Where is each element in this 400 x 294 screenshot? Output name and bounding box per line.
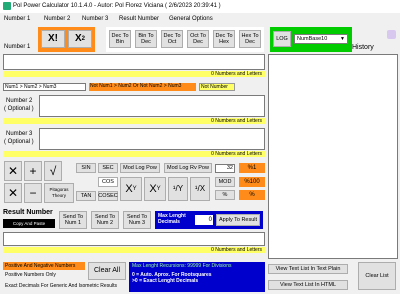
pythagoras-button[interactable]: Pitagoras Theory	[44, 183, 74, 203]
dec-to-oct-button[interactable]: Dec To Oct	[161, 30, 183, 48]
square-button[interactable]: X2	[68, 30, 92, 48]
exact-decimals-option[interactable]: Exact Decimals For Generic And Isometric…	[3, 282, 127, 290]
factorial-button[interactable]: X!	[41, 30, 65, 48]
mod-button[interactable]: MOD	[215, 177, 235, 187]
auto-approx-info: 0 = Auto. Aprox. For Rootsquares >0 = Ex…	[132, 272, 212, 284]
menu-bar: Number 1 Number 2 Number 3 Result Number…	[0, 14, 400, 24]
pos-only-option[interactable]: Positive Numbers Only	[3, 271, 85, 279]
inverse-power-button[interactable]: XY	[144, 177, 166, 201]
number3-counter: 0 Numbers and Letters	[3, 151, 265, 157]
conversions-panel: Dec To Bin Bin To Dec Dec To Oct Oct To …	[106, 27, 264, 52]
cos-button[interactable]: COS	[98, 177, 118, 187]
max-length-panel: Max Lenght Decimals 0 Apply To Result	[155, 211, 263, 229]
copy-paste-button[interactable]: Copy And Paste	[3, 219, 55, 228]
divide-button[interactable]: ✕	[4, 183, 22, 203]
plus-button[interactable]: +	[24, 161, 42, 181]
clear-all-button[interactable]: Clear All	[88, 262, 126, 280]
mod-log-pow-button[interactable]: Mod Log Pow	[120, 163, 160, 173]
not-number-indicator[interactable]: Not Number	[199, 83, 235, 91]
result-panel: Result Number Copy And Paste Send To Num…	[3, 209, 265, 231]
number2-label: Number 2	[6, 98, 33, 104]
max-recursions-info: Max Lenght Recursions: 99999 For Divisio…	[132, 263, 232, 269]
pct1-button[interactable]: %1	[239, 163, 265, 173]
number1-input[interactable]	[3, 54, 265, 70]
multiply-button[interactable]: ✕	[4, 161, 22, 181]
root-button[interactable]: √	[44, 161, 62, 181]
clear-list-button[interactable]: Clear List	[358, 262, 396, 290]
menu-number3[interactable]: Number 3	[82, 16, 108, 22]
number2-optional: ( Optional )	[4, 106, 34, 112]
dec-to-bin-button[interactable]: Dec To Bin	[109, 30, 131, 48]
max-length-label: Max Lenght Decimals	[158, 213, 186, 225]
result-counter: 0 Numbers and Letters	[3, 247, 265, 253]
percent-button[interactable]: %	[239, 190, 265, 200]
number3-optional: ( Optional )	[4, 139, 34, 145]
neg-pos-option[interactable]: Positive And Negative Numbers	[3, 262, 85, 270]
tan-button[interactable]: TAN	[76, 191, 96, 201]
sin-button[interactable]: SIN	[76, 163, 96, 173]
root-y-button[interactable]: ¹/Y	[168, 177, 188, 201]
sec-button[interactable]: SEC	[98, 163, 118, 173]
number2-counter: 0 Numbers and Letters	[3, 118, 265, 124]
operations-panel: ✕ + √ ✕ − Pitagoras Theory SIN SEC COS C…	[3, 160, 265, 205]
oct-to-dec-button[interactable]: Oct To Dec	[187, 30, 209, 48]
settings-icon[interactable]	[387, 30, 396, 39]
send-to-num1-button[interactable]: Send To Num 1	[59, 211, 87, 229]
cosec-button[interactable]: COSEC	[98, 191, 118, 201]
menu-number2[interactable]: Number 2	[44, 16, 70, 22]
root-x-button[interactable]: ¹/X	[190, 177, 210, 201]
number3-input[interactable]	[39, 128, 265, 150]
log-button[interactable]: LOG	[273, 31, 291, 47]
window-title: Pol Power Calculator 10.1.4.0 - Autor: P…	[13, 3, 221, 9]
minus-button[interactable]: −	[24, 183, 42, 203]
power-button[interactable]: XY	[120, 177, 142, 201]
dec-to-hex-button[interactable]: Dec To Hex	[213, 30, 235, 48]
compare-ascending[interactable]: Num1 > Num2 > Num3	[3, 83, 86, 91]
hex-to-dec-button[interactable]: Hex To Dec	[239, 30, 261, 48]
send-to-num3-button[interactable]: Send To Num 3	[123, 211, 151, 229]
bin-to-dec-button[interactable]: Bin To Dec	[135, 30, 157, 48]
number1-label: Number 1	[4, 44, 31, 50]
mod-log-rv-pow-button[interactable]: Mod Log Rv Pow	[164, 163, 212, 173]
base-select[interactable]: NumBase10 ▼	[294, 34, 348, 44]
history-list[interactable]	[268, 54, 398, 259]
title-bar: Pol Power Calculator 10.1.4.0 - Autor: P…	[0, 0, 400, 13]
max-length-input[interactable]: 0	[195, 215, 213, 225]
number1-counter: 0 Numbers and Letters	[3, 71, 265, 77]
pct100-button[interactable]: %100	[239, 177, 265, 187]
pct-button[interactable]: %	[215, 190, 235, 200]
menu-general-options[interactable]: General Options	[169, 16, 213, 22]
result-label: Result Number	[3, 209, 53, 216]
info-panel: Max Lenght Recursions: 99999 For Divisio…	[129, 262, 265, 292]
history-label: History	[352, 44, 374, 51]
number3-label: Number 3	[6, 131, 33, 137]
number2-input[interactable]	[39, 95, 265, 117]
apply-to-result-button[interactable]: Apply To Result	[216, 214, 260, 226]
app-icon	[3, 2, 11, 10]
view-html-button[interactable]: View Text List In HTML	[268, 280, 348, 290]
compare-not-ascending[interactable]: Not Num1 > Num2 Or Not Num2 > Num3	[89, 83, 196, 91]
log-panel: LOG NumBase10 ▼	[270, 27, 352, 52]
send-to-num2-button[interactable]: Send To Num 2	[91, 211, 119, 229]
number1-ops-panel: X! X2	[38, 27, 95, 52]
menu-result-number[interactable]: Result Number	[119, 16, 159, 22]
menu-number1[interactable]: Number 1	[4, 16, 30, 22]
result-output[interactable]	[3, 232, 265, 246]
chevron-down-icon: ▼	[340, 36, 345, 42]
view-plain-button[interactable]: View Text List In Text Plain	[268, 264, 348, 274]
precision-input[interactable]: 32	[215, 164, 235, 173]
